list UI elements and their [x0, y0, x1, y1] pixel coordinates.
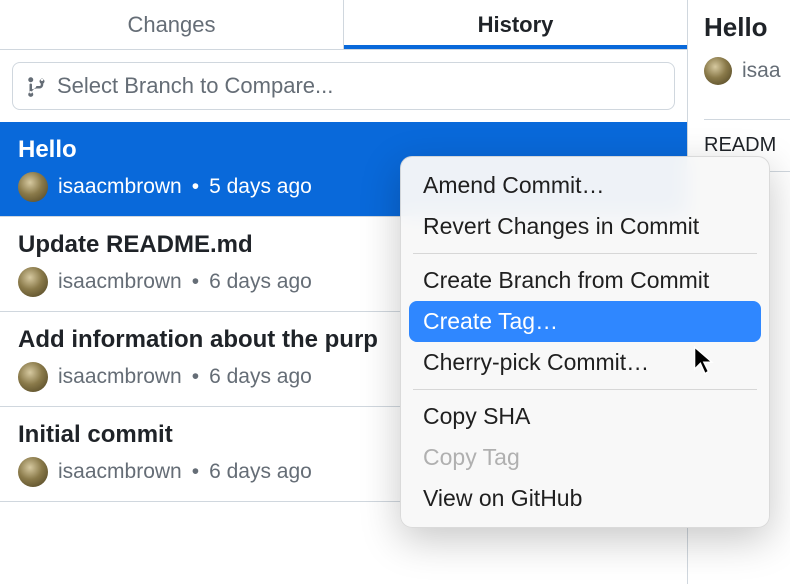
tab-changes[interactable]: Changes [0, 0, 344, 49]
commit-time: 5 days ago [209, 175, 312, 199]
menu-cherry-pick[interactable]: Cherry-pick Commit… [409, 342, 761, 383]
detail-title: Hello [704, 12, 790, 43]
menu-copy-sha[interactable]: Copy SHA [409, 396, 761, 437]
commit-time: 6 days ago [209, 270, 312, 294]
menu-create-branch[interactable]: Create Branch from Commit [409, 260, 761, 301]
commit-author: isaacmbrown [58, 365, 182, 389]
avatar [18, 172, 48, 202]
avatar [18, 362, 48, 392]
avatar [18, 267, 48, 297]
tab-history[interactable]: History [344, 0, 687, 49]
menu-amend-commit[interactable]: Amend Commit… [409, 165, 761, 206]
branch-compare-placeholder: Select Branch to Compare... [57, 73, 333, 99]
menu-view-on-github[interactable]: View on GitHub [409, 478, 761, 519]
menu-copy-tag: Copy Tag [409, 437, 761, 478]
commit-author: isaacmbrown [58, 270, 182, 294]
commit-author: isaacmbrown [58, 175, 182, 199]
menu-separator [413, 389, 757, 390]
avatar [704, 57, 732, 85]
git-branch-icon [27, 75, 47, 97]
menu-separator [413, 253, 757, 254]
menu-revert-changes[interactable]: Revert Changes in Commit [409, 206, 761, 247]
tabs: Changes History [0, 0, 687, 50]
branch-compare-selector[interactable]: Select Branch to Compare... [12, 62, 675, 110]
commit-author: isaacmbrown [58, 460, 182, 484]
commit-context-menu: Amend Commit… Revert Changes in Commit C… [400, 156, 770, 528]
detail-author: isaa [742, 59, 781, 83]
commit-time: 6 days ago [209, 460, 312, 484]
commit-time: 6 days ago [209, 365, 312, 389]
avatar [18, 457, 48, 487]
menu-create-tag[interactable]: Create Tag… [409, 301, 761, 342]
